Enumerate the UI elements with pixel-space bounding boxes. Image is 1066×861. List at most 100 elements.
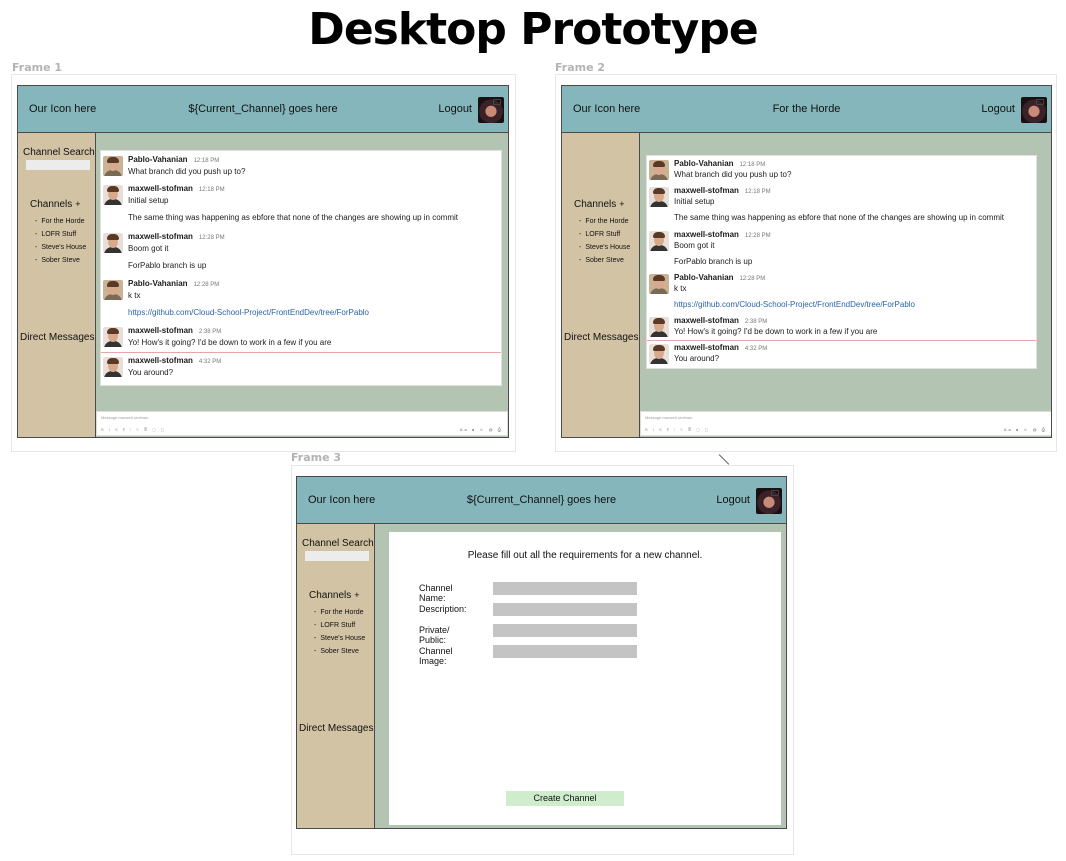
message-time: 4:32 PM [744,346,768,352]
logout-link[interactable]: Logout [981,103,1015,115]
sidebar-item-steves-house[interactable]: Steve's House [579,243,630,256]
message-author[interactable]: maxwell-stofman 2:38 PM [128,326,221,335]
sidebar-item-sober-steve[interactable]: Sober Steve [579,256,630,269]
channel-search-input[interactable] [26,160,90,170]
list-item: Pablo-Vahanian 12:18 PM What branch did y… [647,158,1036,185]
list-item: maxwell-stofman 2:38 PM Yo! How's it goin… [101,325,501,351]
message-composer[interactable]: Message maxwell-stofman B I S ¶ ⁝ ≡ ≣ ◻ … [640,411,1051,436]
message-text: What branch did you push up to? [128,167,246,176]
message-author[interactable]: maxwell-stofman 12:28 PM [128,232,225,241]
message-author[interactable]: Pablo-Vahanian 12:28 PM [674,273,765,282]
message-text: You around? [128,368,174,377]
sidebar-item-for-the-horde[interactable]: For the Horde [35,217,86,230]
message-link[interactable]: https://github.com/Cloud-School-Project/… [128,308,369,317]
frame-1-app: Our Icon here ${Current_Channel} goes he… [17,85,509,438]
message-author[interactable]: maxwell-stofman 12:18 PM [128,184,225,193]
message-link[interactable]: https://github.com/Cloud-School-Project/… [674,300,915,309]
message-text: Yo! How's it going? I'd be down to work … [128,338,332,347]
avatar[interactable] [649,344,669,364]
sidebar-item-sober-steve[interactable]: Sober Steve [314,647,365,660]
sidebar-item-lofr-stuff[interactable]: LOFR Stuff [314,621,365,634]
channel-name-label: Channel Name: [419,583,453,603]
avatar[interactable] [649,160,669,180]
sidebar-item-for-the-horde[interactable]: For the Horde [579,217,630,230]
message-author[interactable]: Pablo-Vahanian 12:18 PM [674,159,765,168]
new-channel-form: Please fill out all the requirements for… [389,532,781,825]
message-author[interactable]: maxwell-stofman 4:32 PM [128,356,221,365]
frame-2-app: Our Icon here For the Horde Logout Chann… [561,85,1052,438]
app-header: Our Icon here ${Current_Channel} goes he… [297,477,786,524]
add-channel-button[interactable]: + [75,199,80,209]
message-author[interactable]: Pablo-Vahanian 12:18 PM [128,155,219,164]
channel-name-input[interactable] [493,582,637,595]
user-avatar-icon[interactable] [756,488,782,514]
logout-link[interactable]: Logout [716,494,750,506]
logout-link[interactable]: Logout [438,103,472,115]
sidebar-item-for-the-horde[interactable]: For the Horde [314,608,365,621]
avatar[interactable] [103,357,123,377]
add-channel-button[interactable]: + [619,199,624,209]
frame-3-label: Frame 3 [291,451,342,464]
description-label: Description: [419,604,467,614]
avatar[interactable] [103,156,123,176]
direct-messages-heading[interactable]: Direct Messages [20,332,94,343]
composer-placeholder: Message maxwell-stofman [645,415,693,420]
avatar[interactable] [103,327,123,347]
composer-actions[interactable]: Aa ● ☺ @ ⎙ [1004,427,1047,432]
channels-heading: Channels + [309,590,360,601]
main-area: Please fill out all the requirements for… [375,524,786,828]
message-text: k tx [128,291,141,300]
sidebar-item-sober-steve[interactable]: Sober Steve [35,256,86,269]
message-author[interactable]: maxwell-stofman 2:38 PM [674,316,767,325]
avatar[interactable] [649,231,669,251]
list-item: maxwell-stofman 12:18 PM Initial setup Th… [101,183,501,227]
message-author[interactable]: maxwell-stofman 12:18 PM [674,186,771,195]
sidebar-item-lofr-stuff[interactable]: LOFR Stuff [579,230,630,243]
direct-messages-heading[interactable]: Direct Messages [299,723,373,734]
add-channel-button[interactable]: + [354,590,359,600]
frame-3-app: Our Icon here ${Current_Channel} goes he… [296,476,787,829]
channel-list: For the Horde LOFR Stuff Steve's House S… [35,217,86,269]
list-item: Pablo-Vahanian 12:28 PM k tx https://gith… [647,272,1036,314]
list-item: maxwell-stofman 4:32 PM You around? [101,355,501,381]
privacy-label: Private/ Public: [419,625,450,645]
composer-format-toolbar[interactable]: B I S ¶ ⁝ ≡ ≣ ◻ ◻ [645,427,710,432]
message-author[interactable]: maxwell-stofman 4:32 PM [674,343,767,352]
channel-image-input[interactable] [493,645,637,658]
sidebar-item-steves-house[interactable]: Steve's House [314,634,365,647]
avatar[interactable] [103,280,123,300]
create-channel-button[interactable]: Create Channel [506,791,624,806]
avatar[interactable] [649,187,669,207]
sidebar-item-steves-house[interactable]: Steve's House [35,243,86,256]
message-text: Yo! How's it going? I'd be down to work … [674,327,878,336]
direct-messages-heading[interactable]: Direct Messages [564,332,638,343]
sidebar-item-lofr-stuff[interactable]: LOFR Stuff [35,230,86,243]
message-composer[interactable]: Message maxwell-stofman B I S ¶ ⁝ ≡ ≣ ◻ … [96,411,508,436]
message-time: 2:38 PM [744,319,768,325]
description-input[interactable] [493,603,637,616]
frame-1: Our Icon here ${Current_Channel} goes he… [11,74,516,452]
avatar[interactable] [103,185,123,205]
list-item: Pablo-Vahanian 12:18 PM What branch did y… [101,154,501,182]
message-text: The same thing was happening as ebfore t… [674,213,1004,222]
message-text: Initial setup [128,196,169,205]
avatar[interactable] [649,274,669,294]
message-author[interactable]: Pablo-Vahanian 12:28 PM [128,279,219,288]
message-text: Initial setup [674,197,715,206]
main-area: Pablo-Vahanian 12:18 PM What branch did y… [96,133,508,437]
main-area: Pablo-Vahanian 12:18 PM What branch did y… [640,133,1051,437]
message-text: k tx [674,284,687,293]
message-author[interactable]: maxwell-stofman 12:28 PM [674,230,771,239]
composer-format-toolbar[interactable]: B I S ¶ ⁝ ≡ ≣ ◻ ◻ [101,427,166,432]
composer-actions[interactable]: Aa ● ☺ @ ⎙ [460,427,503,432]
page-title: Desktop Prototype [308,4,758,55]
avatar[interactable] [649,317,669,337]
channel-search-input[interactable] [305,551,369,561]
current-channel-title: ${Current_Channel} goes here [466,494,617,506]
user-avatar-icon[interactable] [478,97,504,123]
privacy-input[interactable] [493,624,637,637]
message-time: 4:32 PM [198,359,222,365]
avatar[interactable] [103,233,123,253]
frame-1-label: Frame 1 [12,61,63,74]
user-avatar-icon[interactable] [1021,97,1047,123]
